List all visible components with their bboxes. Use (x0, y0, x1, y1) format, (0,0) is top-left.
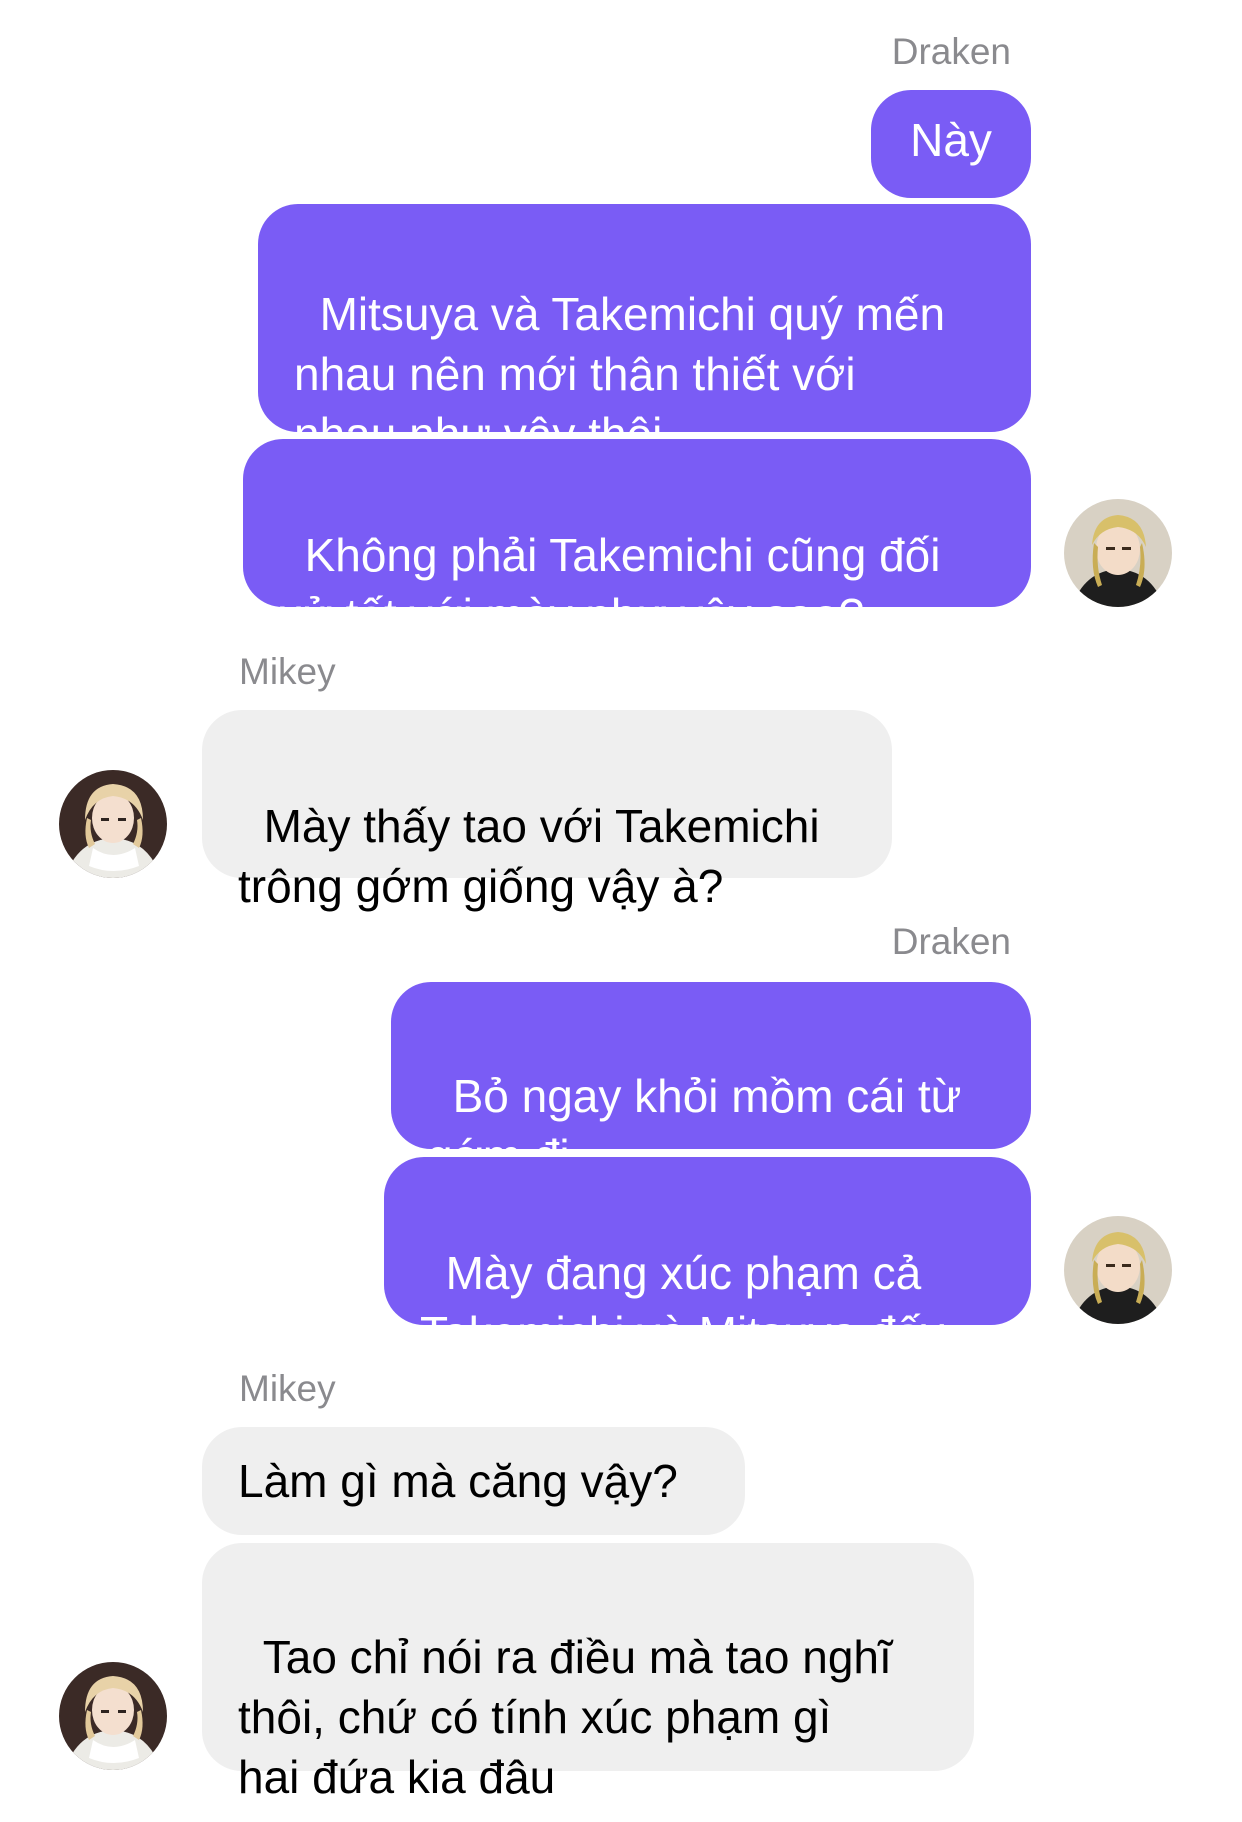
message-bubble[interactable]: Này (871, 90, 1031, 198)
sender-name-draken: Draken (891, 31, 1011, 72)
avatar-image (1064, 499, 1172, 607)
message-bubble[interactable]: Mày đang xúc phạm cả Takemichi và Mitsuy… (384, 1157, 1031, 1359)
avatar-image (59, 1662, 167, 1770)
message-text: Mitsuya và Takemichi quý mến nhau nên mớ… (294, 288, 946, 460)
avatar-mikey[interactable] (59, 770, 167, 878)
message-text: Mày đang xúc phạm cả Takemichi và Mitsuy… (420, 1247, 945, 1359)
message-bubble[interactable]: Mày thấy tao với Takemichi trông gớm giố… (202, 710, 892, 912)
message-bubble[interactable]: Tao chỉ nói ra điều mà tao nghĩ thôi, ch… (202, 1543, 974, 1803)
message-text: Mày thấy tao với Takemichi trông gớm giố… (238, 800, 820, 912)
message-bubble[interactable]: Mitsuya và Takemichi quý mến nhau nên mớ… (258, 204, 1031, 460)
message-text: Không phải Takemichi cũng đối xử tốt với… (279, 529, 941, 641)
message-text: Làm gì mà căng vậy? (238, 1455, 678, 1507)
avatar-draken[interactable] (1064, 499, 1172, 607)
sender-name-mikey: Mikey (239, 1368, 336, 1409)
message-bubble[interactable]: Làm gì mà căng vậy? (202, 1427, 745, 1535)
avatar-draken[interactable] (1064, 1216, 1172, 1324)
message-text: Tao chỉ nói ra điều mà tao nghĩ thôi, ch… (238, 1631, 892, 1803)
message-bubble[interactable]: Không phải Takemichi cũng đối xử tốt với… (243, 439, 1031, 641)
avatar-image (59, 770, 167, 878)
message-bubble[interactable]: Bỏ ngay khỏi mồm cái từ gớm đi (391, 982, 1031, 1182)
avatar-mikey[interactable] (59, 1662, 167, 1770)
sender-name-mikey: Mikey (239, 651, 336, 692)
sender-name-draken: Draken (891, 921, 1011, 962)
avatar-image (1064, 1216, 1172, 1324)
message-text: Này (910, 114, 992, 166)
